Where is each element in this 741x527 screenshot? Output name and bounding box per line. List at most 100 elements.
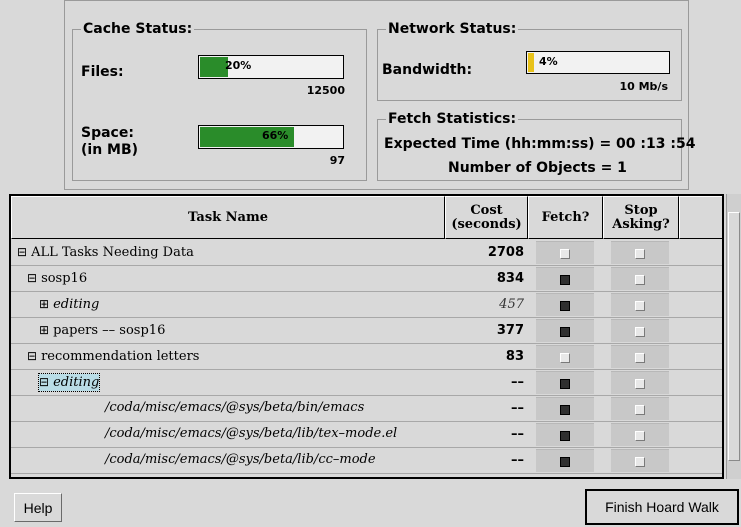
bandwidth-percent: 4% xyxy=(539,55,558,68)
bandwidth-bar: 4% xyxy=(526,51,670,74)
table-row[interactable]: ⊞ papers –– sosp16 377 xyxy=(11,318,722,344)
expand-toggle-icon[interactable]: ⊞ xyxy=(39,323,49,337)
stop-asking-checkbox[interactable] xyxy=(635,353,645,363)
table-row[interactable]: /coda/misc/emacs/@sys/beta/lib/cc–mode –– xyxy=(11,448,722,474)
header-filler xyxy=(679,196,722,239)
fetch-checkbox[interactable] xyxy=(560,405,570,415)
fetch-cell xyxy=(536,267,594,290)
table-row[interactable]: ⊟ ALL Tasks Needing Data 2708 xyxy=(11,240,722,266)
files-progress-fill xyxy=(200,57,228,77)
cache-status-title: Cache Status: xyxy=(81,20,195,38)
stop-asking-checkbox[interactable] xyxy=(635,431,645,441)
cost-cell: –– xyxy=(511,401,524,416)
cache-status-group: Cache Status: Files: 20% 12500 Space: (i… xyxy=(72,20,367,181)
fetch-checkbox[interactable] xyxy=(560,353,570,363)
stop-asking-checkbox[interactable] xyxy=(635,301,645,311)
fetch-checkbox[interactable] xyxy=(560,457,570,467)
network-status-group: Network Status: Bandwidth: 4% 10 Mb/s xyxy=(377,20,682,101)
finish-hoard-walk-label: Finish Hoard Walk xyxy=(605,499,719,515)
task-name-label: sosp16 xyxy=(41,271,88,286)
stop-asking-checkbox[interactable] xyxy=(635,327,645,337)
vertical-scrollbar[interactable] xyxy=(726,194,741,479)
stop-asking-checkbox[interactable] xyxy=(635,405,645,415)
space-label: Space: xyxy=(81,125,134,141)
stop-cell xyxy=(611,241,669,264)
cost-cell: 377 xyxy=(496,323,524,338)
task-name-label: ALL Tasks Needing Data xyxy=(31,245,194,260)
fetch-checkbox[interactable] xyxy=(560,301,570,311)
stop-asking-checkbox[interactable] xyxy=(635,275,645,285)
header-cost[interactable]: Cost (seconds) xyxy=(445,196,528,239)
cost-cell: –– xyxy=(511,453,524,468)
fetch-cell xyxy=(536,293,594,316)
bandwidth-label: Bandwidth: xyxy=(382,62,473,78)
collapse-toggle-icon[interactable]: ⊟ xyxy=(39,375,49,389)
expand-toggle-icon[interactable]: ⊞ xyxy=(39,297,49,311)
task-name-cell[interactable]: ⊟ ALL Tasks Needing Data xyxy=(17,244,194,261)
fetch-checkbox[interactable] xyxy=(560,275,570,285)
task-name-cell[interactable]: ⊟ recommendation letters xyxy=(27,348,199,365)
table-row[interactable]: ⊞ editing 457 xyxy=(11,292,722,318)
fetch-cell xyxy=(536,319,594,342)
space-percent: 66% xyxy=(262,129,289,142)
task-name-label: editing xyxy=(53,297,100,312)
task-name-cell[interactable]: /coda/misc/emacs/@sys/beta/bin/emacs xyxy=(105,400,364,416)
stop-cell xyxy=(611,345,669,368)
finish-hoard-walk-button[interactable]: Finish Hoard Walk xyxy=(585,489,739,525)
fetch-checkbox[interactable] xyxy=(560,431,570,441)
task-name-cell[interactable]: ⊟ editing xyxy=(37,373,101,392)
scrollbar-thumb[interactable] xyxy=(728,212,740,461)
status-panel: Cache Status: Files: 20% 12500 Space: (i… xyxy=(64,0,695,190)
table-row[interactable]: ⊟ editing –– xyxy=(11,370,722,396)
collapse-toggle-icon[interactable]: ⊟ xyxy=(27,349,37,363)
files-label: Files: xyxy=(81,64,124,80)
task-name-cell[interactable]: ⊟ sosp16 xyxy=(27,270,87,287)
bandwidth-fill xyxy=(528,53,534,72)
network-status-title: Network Status: xyxy=(386,20,519,38)
fetch-cell xyxy=(536,449,594,472)
fetch-cell xyxy=(536,397,594,420)
task-name-label: editing xyxy=(53,375,100,390)
task-name-label: /coda/misc/emacs/@sys/beta/lib/cc–mode xyxy=(105,452,376,467)
header-fetch[interactable]: Fetch? xyxy=(528,196,603,239)
stop-cell xyxy=(611,319,669,342)
stop-cell xyxy=(611,371,669,394)
files-percent: 20% xyxy=(225,59,252,72)
table-row[interactable]: ⊟ sosp16 834 xyxy=(11,266,722,292)
cost-cell: 834 xyxy=(496,271,524,286)
table-row[interactable]: ⊟ recommendation letters 83 xyxy=(11,344,722,370)
task-name-cell[interactable]: /coda/misc/emacs/@sys/beta/lib/cc–mode xyxy=(105,452,376,468)
header-fetch-label: Fetch? xyxy=(541,209,590,225)
fetch-checkbox[interactable] xyxy=(560,249,570,259)
header-stop-asking[interactable]: Stop Asking? xyxy=(603,196,679,239)
files-max: 12500 xyxy=(306,84,345,97)
fetch-cell xyxy=(536,423,594,446)
fetch-statistics-group: Fetch Statistics: Expected Time (hh:mm:s… xyxy=(377,110,695,181)
table-row[interactable]: /coda/misc/emacs/@sys/beta/bin/emacs –– xyxy=(11,396,722,422)
expected-time: Expected Time (hh:mm:ss) = 00 :13 :54 xyxy=(384,136,696,152)
space-max: 97 xyxy=(329,154,345,167)
task-name-label: recommendation letters xyxy=(41,349,200,364)
fetch-checkbox[interactable] xyxy=(560,379,570,389)
stop-asking-checkbox[interactable] xyxy=(635,379,645,389)
task-name-cell[interactable]: ⊞ papers –– sosp16 xyxy=(39,322,165,339)
task-name-cell[interactable]: /coda/misc/emacs/@sys/beta/lib/tex–mode.… xyxy=(105,426,397,442)
stop-cell xyxy=(611,267,669,290)
task-name-cell[interactable]: ⊞ editing xyxy=(39,296,99,313)
collapse-toggle-icon[interactable]: ⊟ xyxy=(27,271,37,285)
header-stop-line1: Stop xyxy=(624,202,658,218)
stop-asking-checkbox[interactable] xyxy=(635,249,645,259)
cost-cell: –– xyxy=(511,427,524,442)
table-row[interactable]: /coda/misc/emacs/@sys/beta/lib/tex–mode.… xyxy=(11,422,722,448)
cost-cell: 2708 xyxy=(487,245,524,260)
header-task-name[interactable]: Task Name xyxy=(11,196,445,239)
cost-cell: 83 xyxy=(505,349,524,364)
help-button[interactable]: Help xyxy=(14,493,62,522)
stop-asking-checkbox[interactable] xyxy=(635,457,645,467)
task-name-label: /coda/misc/emacs/@sys/beta/bin/emacs xyxy=(105,400,365,415)
stop-cell xyxy=(611,423,669,446)
number-of-objects: Number of Objects = 1 xyxy=(448,160,627,176)
fetch-checkbox[interactable] xyxy=(560,327,570,337)
collapse-toggle-icon[interactable]: ⊟ xyxy=(17,245,27,259)
stop-cell xyxy=(611,449,669,472)
